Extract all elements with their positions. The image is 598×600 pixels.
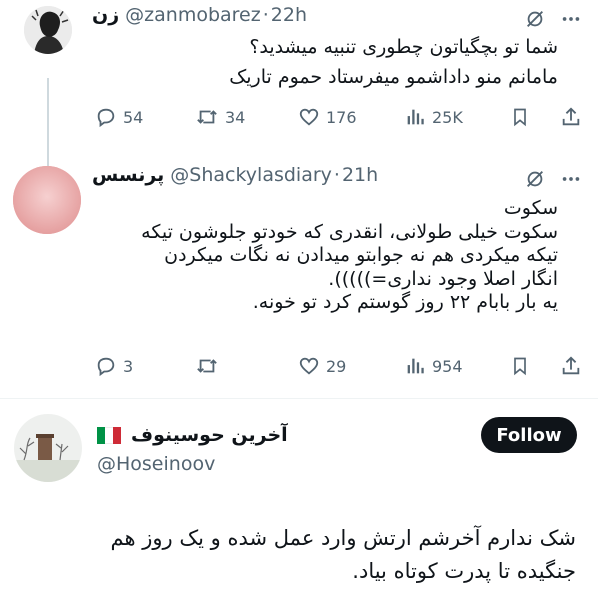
avatar-zanmobarez[interactable] xyxy=(24,6,72,54)
reply-icon xyxy=(97,357,115,377)
more-icon[interactable] xyxy=(560,168,582,190)
retweet-icon xyxy=(197,110,217,124)
separator: · xyxy=(333,164,340,186)
tweet-2-header: پرنسس @Shackylasdiary · 21h xyxy=(92,164,378,186)
tweet-line: شما تو بچگیاتون چطوری تنبیه میشدید؟ xyxy=(249,36,558,58)
views-button[interactable]: 954 xyxy=(404,355,463,377)
reply-count: 3 xyxy=(123,356,134,376)
tweet-line: سکوت xyxy=(503,197,558,219)
tweet-line: انگار اصلا وجود نداری=))))). xyxy=(328,267,558,290)
share-icon xyxy=(562,356,580,375)
like-count: 176 xyxy=(326,107,357,127)
retweet-button[interactable] xyxy=(195,355,225,377)
views-count: 954 xyxy=(432,356,463,376)
tweet-line: تیکه میکردی هم نه جوابتو میدادن نه نگات … xyxy=(164,244,558,266)
reply-button[interactable]: 54 xyxy=(95,106,143,128)
timestamp[interactable]: 22h xyxy=(271,4,307,26)
bookmark-button[interactable] xyxy=(510,355,530,377)
reply-button[interactable]: 3 xyxy=(95,355,133,377)
like-button[interactable]: 176 xyxy=(298,106,357,128)
avatar-hoseinoov[interactable] xyxy=(14,414,82,482)
display-name[interactable]: پرنسس xyxy=(92,164,164,186)
tweet-1-header: زن @zanmobarez · 22h xyxy=(92,4,307,26)
timestamp[interactable]: 21h xyxy=(342,164,378,186)
handle[interactable]: @Shackylasdiary xyxy=(170,164,332,186)
tweet-line: شک ندارم آخرشم ارتش وارد عمل شده و یک رو… xyxy=(110,526,576,550)
tweet-3-text: شک ندارم آخرشم ارتش وارد عمل شده و یک رو… xyxy=(16,522,576,588)
reply-icon xyxy=(97,108,115,128)
display-name[interactable]: زن xyxy=(92,4,119,26)
share-icon xyxy=(562,107,580,126)
like-count: 29 xyxy=(326,356,347,376)
tweet-2-actions: 3 29 954 xyxy=(0,353,598,379)
grok-icon[interactable] xyxy=(524,8,546,30)
share-button[interactable] xyxy=(560,355,582,377)
italy-flag-icon xyxy=(97,426,121,444)
separator: · xyxy=(262,4,269,26)
tweet-line: سکوت خیلی طولانی، انقدری که خودتو جلوشون… xyxy=(141,220,558,243)
tweet-1-text: شما تو بچگیاتون چطوری تنبیه میشدید؟ ماما… xyxy=(138,36,558,89)
follow-button[interactable]: Follow xyxy=(481,417,577,453)
reply-count: 54 xyxy=(123,107,144,127)
grok-icon[interactable] xyxy=(524,168,546,190)
views-button[interactable]: 25K xyxy=(404,106,463,128)
display-name[interactable]: آخرین حوسینوف xyxy=(131,424,288,446)
retweet-count: 34 xyxy=(225,107,246,127)
tweet-1-actions: 54 34 176 25K xyxy=(0,104,598,130)
tweet-line: یه بار بابام ۲۲ روز گوستم کرد تو خونه. xyxy=(252,291,558,313)
like-icon xyxy=(299,357,319,375)
avatar-shackylasdiary[interactable] xyxy=(13,166,81,234)
bookmark-icon xyxy=(514,108,526,127)
handle[interactable]: @zanmobarez xyxy=(125,4,261,26)
tweet-line: جنگیده تا پدرت کوتاه بیاد. xyxy=(352,559,576,583)
views-icon xyxy=(407,109,424,125)
bookmark-button[interactable] xyxy=(510,106,530,128)
views-count: 25K xyxy=(432,107,463,127)
handle[interactable]: @Hoseinoov xyxy=(97,453,215,475)
like-button[interactable]: 29 xyxy=(298,355,346,377)
tweet-3-name-row: آخرین حوسینوف xyxy=(97,424,294,446)
tweet-2-text: سکوت سکوت خیلی طولانی، انقدری که خودتو ج… xyxy=(88,197,558,315)
tweet-line: مامانم منو داداشمو میفرستاد حموم تاریک xyxy=(229,65,558,88)
bookmark-icon xyxy=(514,357,526,376)
like-icon xyxy=(299,108,319,126)
divider xyxy=(0,398,598,399)
retweet-icon xyxy=(197,359,217,373)
more-icon[interactable] xyxy=(560,8,582,30)
retweet-button[interactable]: 34 xyxy=(195,106,245,128)
views-icon xyxy=(407,358,424,374)
share-button[interactable] xyxy=(560,106,582,128)
